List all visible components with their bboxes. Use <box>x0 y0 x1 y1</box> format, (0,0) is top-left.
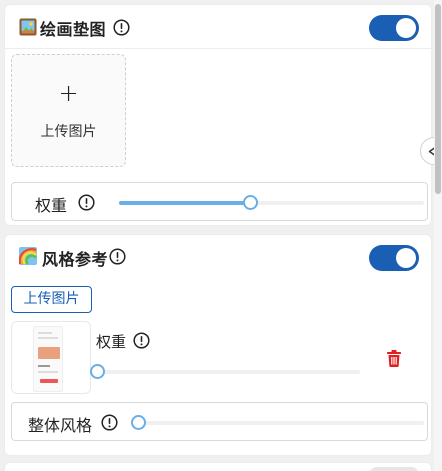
upload-image-button[interactable]: 上传图片 <box>11 286 92 313</box>
upload-label: 上传图片 <box>40 124 97 140</box>
reference-weight-slider-thumb[interactable] <box>90 364 105 379</box>
info-circle-icon[interactable] <box>101 414 118 431</box>
reference-image-preview <box>33 326 63 392</box>
next-panel <box>4 462 432 471</box>
panel-header: 风格参考 <box>5 235 431 279</box>
weight-label: 权重 <box>35 196 68 215</box>
overall-style-slider-thumb[interactable] <box>131 415 146 430</box>
overall-style-slider-track[interactable] <box>138 421 424 425</box>
info-circle-icon[interactable] <box>78 194 95 211</box>
scrollbar-thumb[interactable] <box>435 4 441 194</box>
info-circle-icon[interactable] <box>109 248 126 265</box>
panel-header: 绘画垫图 <box>5 5 431 49</box>
framed-picture-icon <box>19 18 37 36</box>
plus-icon: + <box>58 79 79 107</box>
reference-weight-slider-track[interactable] <box>97 370 360 374</box>
info-circle-icon[interactable] <box>133 332 150 349</box>
panel-title: 风格参考 <box>42 250 109 269</box>
trash-icon[interactable] <box>387 350 401 367</box>
enable-toggle[interactable] <box>369 245 419 271</box>
overall-style-label: 整体风格 <box>28 416 93 435</box>
init-image-panel: 绘画垫图 + 上传图片 权重 <box>4 4 432 226</box>
reference-weight-label: 权重 <box>96 333 127 351</box>
weight-slider-thumb[interactable] <box>243 195 258 210</box>
info-circle-icon[interactable] <box>113 19 130 36</box>
weight-row: 权重 <box>11 182 428 221</box>
weight-slider-track[interactable] <box>119 201 424 205</box>
weight-slider-fill <box>119 201 250 205</box>
toggle-knob <box>396 18 416 38</box>
panel-title: 绘画垫图 <box>40 20 107 39</box>
overall-style-row: 整体风格 <box>11 402 428 441</box>
style-reference-panel: 风格参考 上传图片 权重 整体风格 <box>4 234 432 456</box>
scrollbar[interactable] <box>434 0 442 471</box>
rainbow-icon <box>19 247 37 265</box>
enable-toggle[interactable] <box>369 467 419 471</box>
enable-toggle[interactable] <box>369 15 419 41</box>
upload-image-dropzone[interactable]: + 上传图片 <box>11 54 126 167</box>
reference-image-thumbnail[interactable] <box>11 321 91 394</box>
toggle-knob <box>396 248 416 268</box>
